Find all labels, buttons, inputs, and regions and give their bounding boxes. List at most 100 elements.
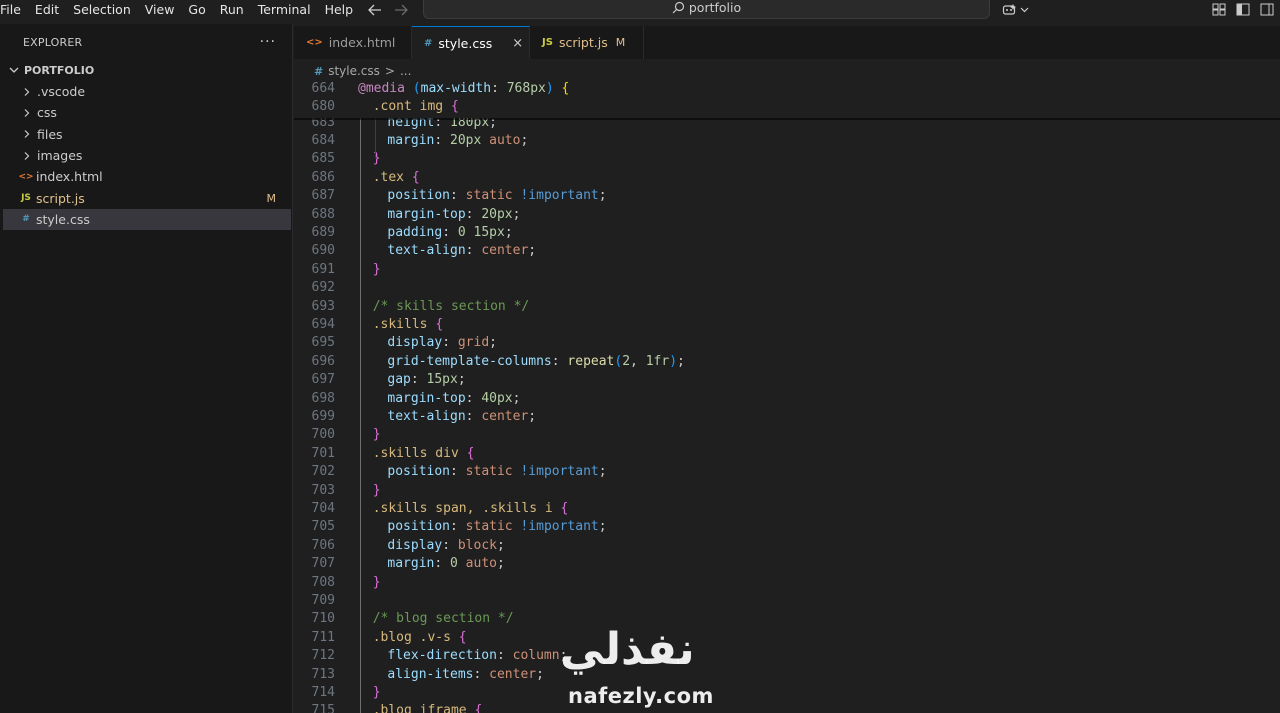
menu-edit[interactable]: Edit bbox=[28, 0, 66, 19]
code-text: .skills { bbox=[373, 316, 443, 334]
tab-label: style.css bbox=[438, 35, 493, 51]
code-token: center bbox=[481, 243, 529, 259]
code-token: ( bbox=[412, 81, 421, 96]
tab-index-html[interactable]: <> index.html bbox=[294, 26, 412, 59]
css-file-icon: # bbox=[314, 64, 324, 78]
tree-item-label: .vscode bbox=[37, 84, 86, 100]
file-type-icon: # bbox=[424, 37, 433, 49]
tree-item-css[interactable]: css bbox=[0, 102, 292, 123]
menu-help[interactable]: Help bbox=[318, 0, 361, 19]
menu-go[interactable]: Go bbox=[181, 0, 212, 19]
code-text: } bbox=[373, 261, 381, 279]
tree-item-style-css[interactable]: # style.css bbox=[3, 208, 291, 231]
tree-item-vscode[interactable]: .vscode bbox=[0, 81, 292, 102]
code-line: 714} bbox=[294, 684, 1280, 702]
code-text: } bbox=[373, 574, 381, 592]
line-number: 693 bbox=[311, 298, 335, 314]
menu-selection[interactable]: Selection bbox=[66, 0, 138, 19]
code-token: padding bbox=[387, 225, 443, 240]
toggle-secondary-sidebar-icon[interactable] bbox=[1260, 3, 1274, 16]
code-token: ) bbox=[545, 81, 554, 96]
code-line: 696 grid-template-columns: repeat(2, 1fr)… bbox=[294, 353, 1280, 371]
code-text: grid-template-columns: repeat(2, 1fr); bbox=[387, 353, 684, 371]
workspace-root-folder[interactable]: PORTFOLIO bbox=[0, 59, 292, 81]
more-actions-icon[interactable]: ··· bbox=[260, 34, 276, 50]
code-token: auto bbox=[489, 133, 521, 148]
code-text: display: grid; bbox=[387, 334, 497, 352]
code-token: 15px bbox=[426, 372, 458, 388]
forward-arrow-icon[interactable] bbox=[394, 4, 408, 16]
sticky-scroll[interactable]: 664 @media (max-width: 768px) {680 .cont i… bbox=[294, 80, 1280, 118]
menu-run[interactable]: Run bbox=[213, 0, 251, 19]
line-number: 702 bbox=[311, 464, 335, 480]
code-token: ; bbox=[457, 372, 466, 388]
code-token: align-items bbox=[387, 666, 474, 682]
navigation-arrows bbox=[368, 0, 408, 19]
line-number: 706 bbox=[311, 537, 335, 553]
js-icon: JS bbox=[21, 193, 31, 204]
code-token: .skills bbox=[372, 317, 428, 332]
code-token: ; bbox=[496, 556, 505, 572]
tree-item-label: script.js bbox=[36, 190, 85, 206]
tree-item-files[interactable]: files bbox=[0, 124, 292, 145]
code-token: .blog iframe bbox=[372, 703, 467, 713]
code-token: { bbox=[411, 169, 420, 185]
command-center[interactable]: portfolio bbox=[423, 0, 990, 19]
breadcrumb-separator: > bbox=[384, 64, 395, 78]
tree-item-script-js[interactable]: JS script.js M bbox=[0, 187, 292, 208]
code-line: 701 .skills div { bbox=[294, 445, 1280, 463]
search-icon bbox=[672, 1, 684, 14]
menu-terminal[interactable]: Terminal bbox=[251, 0, 318, 19]
code-token: !important bbox=[520, 464, 599, 480]
customize-layout-icon[interactable] bbox=[1212, 3, 1226, 16]
code-token: : bbox=[410, 372, 427, 388]
code-editor[interactable]: 683 height: 180px; 684 margin: 20px auto; 68… bbox=[294, 80, 1280, 713]
line-number: 688 bbox=[311, 206, 335, 222]
code-token: } bbox=[372, 685, 381, 700]
code-line: 699 text-align: center; bbox=[294, 408, 1280, 426]
back-arrow-icon[interactable] bbox=[368, 4, 382, 16]
code-token: margin bbox=[387, 556, 435, 572]
code-token: ; bbox=[598, 188, 607, 204]
code-line: 686 .tex { bbox=[294, 169, 1280, 187]
indent-guide bbox=[360, 98, 361, 713]
tab-style-css[interactable]: # style.css × bbox=[412, 26, 530, 59]
tab-script-js[interactable]: JS script.js M bbox=[530, 26, 644, 59]
close-tab-icon[interactable]: × bbox=[512, 36, 523, 51]
menu-file[interactable]: File bbox=[0, 0, 28, 19]
tree-item-label: files bbox=[37, 126, 63, 142]
toggle-primary-sidebar-icon[interactable] bbox=[1236, 3, 1250, 16]
code-token: : bbox=[434, 133, 451, 148]
code-token: .tex bbox=[372, 169, 404, 185]
line-number: 708 bbox=[311, 574, 335, 590]
code-token: } bbox=[372, 482, 381, 498]
code-line: 692 bbox=[294, 279, 1280, 297]
code-line: 706 display: block; bbox=[294, 537, 1280, 555]
code-token: ; bbox=[536, 666, 544, 682]
code-text: margin: 20px auto; bbox=[387, 132, 528, 150]
code-token: : bbox=[473, 666, 490, 682]
line-number: 664 bbox=[311, 81, 335, 96]
code-token: : bbox=[442, 225, 458, 240]
code-token: { bbox=[450, 99, 459, 115]
line-number: 711 bbox=[311, 629, 335, 645]
indent-guide bbox=[375, 116, 376, 158]
code-token: center bbox=[489, 666, 537, 682]
line-number: 696 bbox=[311, 353, 335, 369]
code-token: column bbox=[512, 648, 560, 664]
code-text: .skills div { bbox=[373, 445, 475, 463]
code-line: 715 .blog iframe { bbox=[294, 702, 1280, 713]
html-icon: <> bbox=[18, 171, 34, 182]
tree-item-images[interactable]: images bbox=[0, 145, 292, 166]
tree-item-index-html[interactable]: <> index.html bbox=[0, 166, 292, 187]
code-token: text-align bbox=[387, 409, 466, 424]
breadcrumb-symbol[interactable]: ... bbox=[400, 64, 411, 78]
code-token: ; bbox=[504, 225, 513, 240]
breadcrumb-file[interactable]: style.css bbox=[328, 64, 380, 78]
code-text: text-align: center; bbox=[387, 408, 536, 426]
menu-view[interactable]: View bbox=[138, 0, 182, 19]
copilot-button[interactable] bbox=[1002, 0, 1029, 19]
